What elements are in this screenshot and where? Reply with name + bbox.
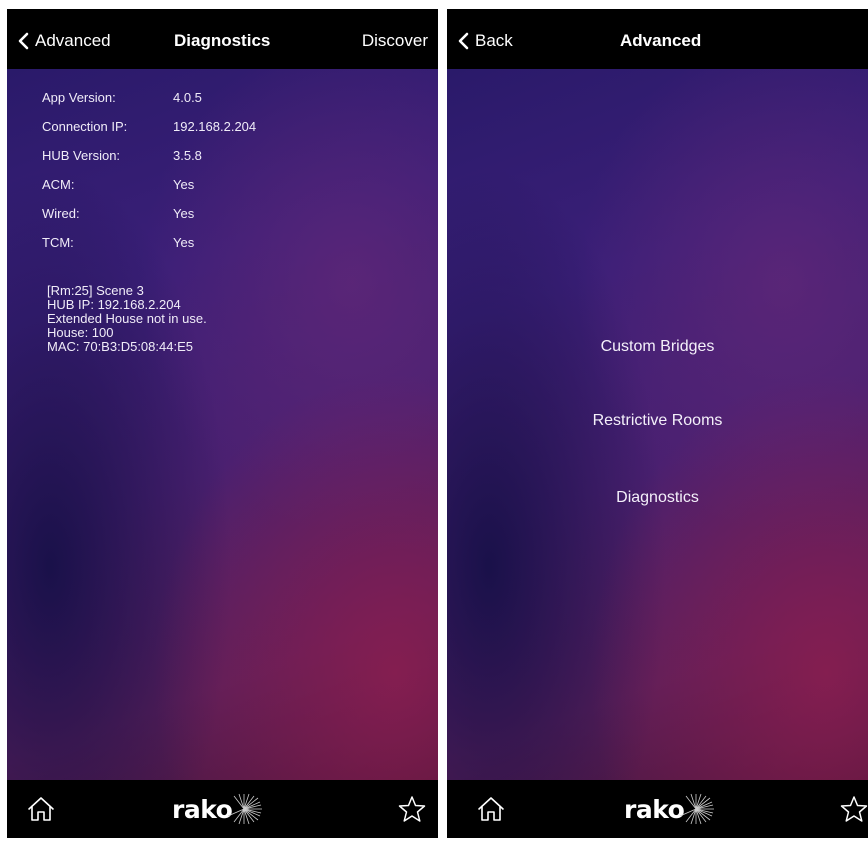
- diagnostic-line: MAC: 70:B3:D5:08:44:E5: [47, 339, 193, 354]
- page-title: Diagnostics: [174, 31, 271, 50]
- info-row-connection-ip: Connection IP: 192.168.2.204: [42, 119, 256, 134]
- diagnostic-log: [Rm:25] Scene 3 HUB IP: 192.168.2.204 Ex…: [47, 284, 207, 354]
- info-row-tcm: TCM: Yes: [42, 235, 194, 250]
- info-value: Yes: [173, 235, 195, 250]
- chevron-left-icon: [18, 32, 29, 50]
- diagnostic-line: HUB IP: 192.168.2.204: [47, 297, 181, 312]
- tab-bar: rako: [447, 780, 868, 838]
- info-label: TCM:: [42, 235, 74, 250]
- diagnostic-line: [Rm:25] Scene 3: [47, 283, 144, 298]
- info-row-wired: Wired: Yes: [42, 206, 194, 221]
- advanced-screen: Back Advanced Custom Bridges Restrictive…: [447, 9, 868, 838]
- info-value: Yes: [173, 206, 195, 221]
- discover-button[interactable]: Discover: [362, 31, 428, 51]
- back-label: Advanced: [35, 31, 111, 50]
- info-value: 4.0.5: [173, 90, 202, 105]
- info-value: 192.168.2.204: [173, 119, 257, 134]
- diagnostic-line: Extended House not in use.: [47, 311, 207, 326]
- star-icon: [840, 796, 868, 822]
- diagnostic-line: House: 100: [47, 325, 114, 340]
- info-value: 3.5.8: [173, 148, 202, 163]
- rako-logo: rako: [172, 792, 264, 826]
- info-row-hub-version: HUB Version: 3.5.8: [42, 148, 202, 163]
- logo-burst-icon: [228, 793, 263, 825]
- info-label: Connection IP:: [42, 119, 128, 134]
- favourites-tab[interactable]: [398, 795, 426, 828]
- nav-bar: Advanced Diagnostics Discover: [7, 9, 438, 69]
- info-label: App Version:: [42, 90, 116, 105]
- info-value: Yes: [173, 177, 195, 192]
- logo-text: rako: [624, 794, 685, 824]
- info-label: HUB Version:: [42, 148, 121, 163]
- diagnostics-screen: Advanced Diagnostics Discover App Versio…: [7, 9, 438, 838]
- logo-burst-icon: [680, 793, 715, 825]
- back-button[interactable]: Back: [457, 31, 513, 51]
- page-title: Advanced: [620, 31, 702, 50]
- home-icon: [478, 797, 504, 821]
- menu-item-custom-bridges[interactable]: Custom Bridges: [447, 338, 868, 356]
- home-tab[interactable]: [477, 796, 505, 827]
- tab-bar: rako: [7, 780, 438, 838]
- nav-bar: Back Advanced: [447, 9, 868, 69]
- chevron-left-icon: [458, 32, 469, 50]
- home-tab[interactable]: [27, 796, 55, 827]
- info-label: Wired:: [42, 206, 80, 221]
- star-icon: [398, 796, 426, 822]
- back-button[interactable]: Advanced: [17, 31, 111, 51]
- menu-item-diagnostics[interactable]: Diagnostics: [447, 489, 868, 507]
- rako-logo: rako: [624, 792, 716, 826]
- favourites-tab[interactable]: [840, 795, 868, 828]
- back-label: Back: [475, 31, 513, 50]
- menu-item-restrictive-rooms[interactable]: Restrictive Rooms: [447, 412, 868, 430]
- info-label: ACM:: [42, 177, 75, 192]
- info-row-app-version: App Version: 4.0.5: [42, 90, 202, 105]
- info-row-acm: ACM: Yes: [42, 177, 194, 192]
- advanced-menu: Custom Bridges Restrictive Rooms Diagnos…: [447, 69, 868, 780]
- diagnostics-content: App Version: 4.0.5 Connection IP: 192.16…: [7, 69, 438, 780]
- logo-text: rako: [172, 794, 233, 824]
- home-icon: [28, 797, 54, 821]
